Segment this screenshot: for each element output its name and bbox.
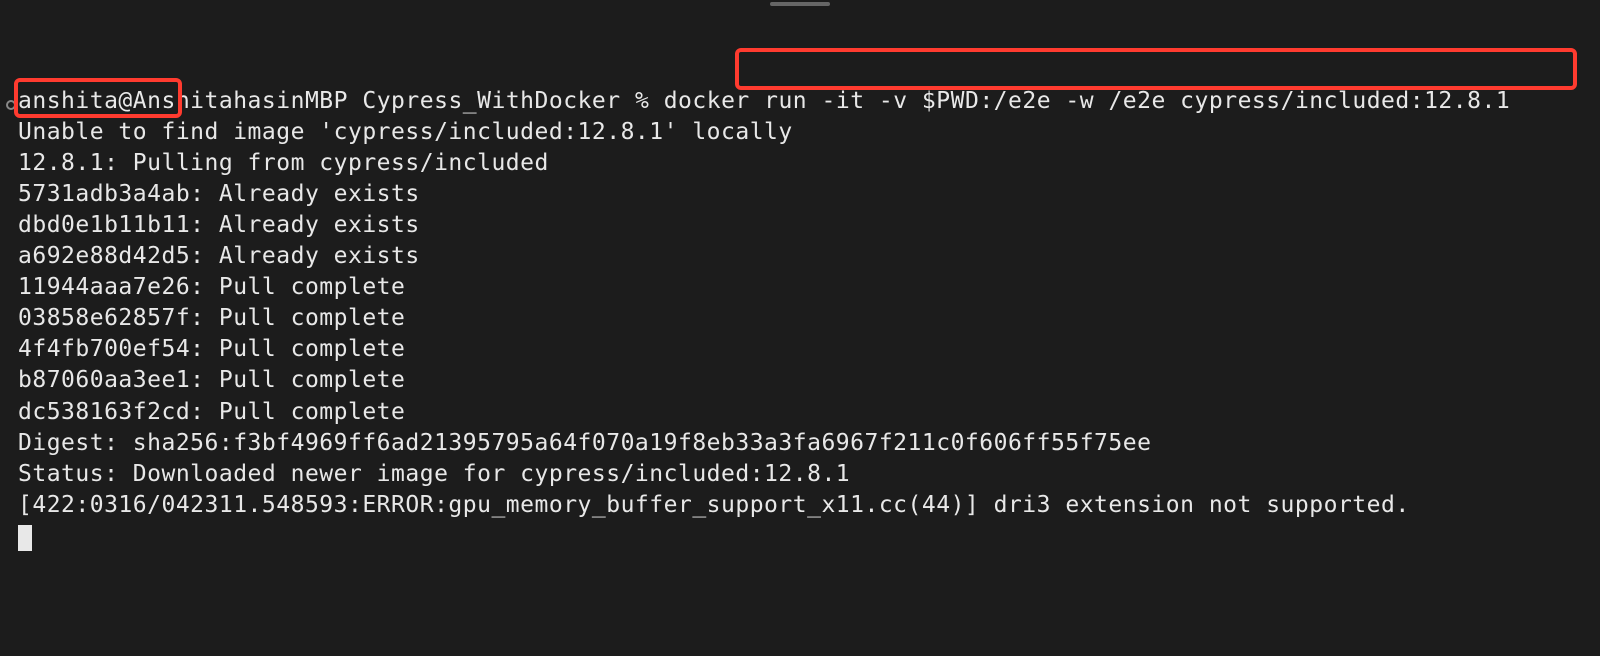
output-line: dc538163f2cd: Pull complete	[18, 397, 1582, 428]
output-line: Digest: sha256:f3bf4969ff6ad21395795a64f…	[18, 428, 1582, 459]
prompt-user-host: anshita@AnshitahasinMBP	[18, 88, 348, 114]
prompt-indicator-icon	[6, 100, 16, 110]
output-line: dbd0e1b11b11: Already exists	[18, 210, 1582, 241]
prompt-directory: Cypress_WithDocker	[362, 88, 620, 114]
output-line: 11944aaa7e26: Pull complete	[18, 272, 1582, 303]
window-drag-handle[interactable]	[770, 2, 830, 6]
output-line: 4f4fb700ef54: Pull complete	[18, 334, 1582, 365]
output-line: a692e88d42d5: Already exists	[18, 241, 1582, 272]
output-line: 03858e62857f: Pull complete	[18, 303, 1582, 334]
output-line: b87060aa3ee1: Pull complete	[18, 365, 1582, 396]
prompt-symbol: %	[635, 88, 649, 114]
output-line: Status: Downloaded newer image for cypre…	[18, 459, 1582, 490]
output-line: Unable to find image 'cypress/included:1…	[18, 117, 1582, 148]
output-line: 5731adb3a4ab: Already exists	[18, 179, 1582, 210]
output-line: 12.8.1: Pulling from cypress/included	[18, 148, 1582, 179]
command-text: docker run -it -v $PWD:/e2e -w /e2e cypr…	[664, 88, 1510, 114]
cursor-icon	[18, 525, 32, 551]
terminal-pane[interactable]: anshita@AnshitahasinMBP Cypress_WithDock…	[0, 0, 1600, 554]
prompt-line: anshita@AnshitahasinMBP Cypress_WithDock…	[18, 88, 1510, 114]
output-line: [422:0316/042311.548593:ERROR:gpu_memory…	[18, 490, 1582, 521]
